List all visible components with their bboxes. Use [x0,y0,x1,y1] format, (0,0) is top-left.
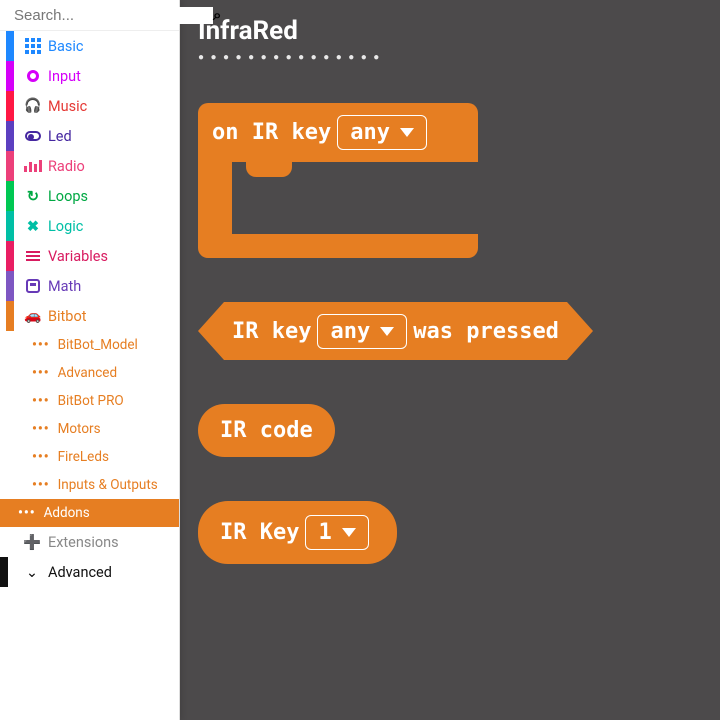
bars-icon [24,160,42,172]
headphones-icon: 🎧 [24,98,42,114]
car-icon: 🚗 [24,308,42,324]
sidebar: ⌕ Basic Input 🎧 Music Led Radio ↻ Loops ✖ Logic Va… [0,0,180,720]
category-input[interactable]: Input [0,61,179,91]
category-music[interactable]: 🎧 Music [0,91,179,121]
category-label: Radio [48,158,179,175]
category-color-bar [6,211,14,241]
hat-dropdown-value: any [350,120,390,145]
subitem-addons[interactable]: ••• Addons [0,499,179,527]
subitem-label: Addons [44,505,90,521]
category-color-bar [6,121,14,151]
category-label: Loops [48,188,179,205]
category-color-bar [6,31,14,61]
ellipsis-icon: ••• [32,393,50,409]
category-color-bar [6,181,14,211]
divider-dots: ● ● ● ● ● ● ● ● ● ● ● ● ● ● ● [198,52,702,63]
category-label: Bitbot [48,308,179,325]
category-basic[interactable]: Basic [0,31,179,61]
category-led[interactable]: Led [0,121,179,151]
category-label: Basic [48,38,179,55]
hat-dropdown[interactable]: any [337,115,427,150]
chevron-down-icon [342,528,356,537]
hat-label: on IR key [212,120,331,145]
toggle-icon [24,131,42,141]
subitem-label: BitBot PRO [58,393,124,409]
pill2-dropdown-value: 1 [318,520,331,545]
bitbot-submenu: •••BitBot_Model•••Advanced•••BitBot PRO•… [0,331,179,527]
subitem-bitbot-pro[interactable]: ••• BitBot PRO [0,387,179,415]
subitem-advanced[interactable]: ••• Advanced [0,359,179,387]
chevron-down-icon [400,128,414,137]
subitem-label: Advanced [58,365,118,381]
category-color-bar [6,151,14,181]
shuffle-icon: ✖ [24,218,42,235]
category-label: Led [48,128,179,145]
subitem-label: Motors [58,421,101,437]
category-label: Variables [48,248,179,265]
plus-icon: ➕ [22,534,42,551]
category-color-bar [6,61,14,91]
category-variables[interactable]: Variables [0,241,179,271]
ellipsis-icon: ••• [32,365,50,381]
advanced-item[interactable]: ⌄ Advanced [0,557,179,587]
subitem-label: Inputs & Outputs [58,477,158,493]
pill2-prefix: IR Key [220,520,299,545]
category-math[interactable]: Math [0,271,179,301]
advanced-label: Advanced [48,564,112,581]
hex-dropdown-value: any [330,319,370,344]
hex-suffix: was pressed [413,319,559,344]
hex-dropdown[interactable]: any [317,314,407,349]
category-color-bar [6,301,14,331]
subitem-inputs-&-outputs[interactable]: ••• Inputs & Outputs [0,471,179,499]
pill2-dropdown[interactable]: 1 [305,515,368,550]
category-radio[interactable]: Radio [0,151,179,181]
subitem-fireleds[interactable]: ••• FireLeds [0,443,179,471]
block-ir-key-value[interactable]: IR Key 1 [198,501,397,564]
ellipsis-icon: ••• [32,421,50,437]
search-row: ⌕ [0,0,179,31]
category-color-bar [6,91,14,121]
ellipsis-icon: ••• [18,505,36,521]
search-input[interactable] [14,7,213,24]
category-loops[interactable]: ↻ Loops [0,181,179,211]
category-logic[interactable]: ✖ Logic [0,211,179,241]
subitem-bitbot_model[interactable]: ••• BitBot_Model [0,331,179,359]
category-color-bar [6,241,14,271]
subitem-label: BitBot_Model [58,337,138,353]
block-ir-key-pressed[interactable]: IR key any was pressed [198,302,702,360]
category-label: Math [48,278,179,295]
list-icon [24,251,42,261]
block-ir-code[interactable]: IR code [198,404,335,457]
ellipsis-icon: ••• [32,337,50,353]
donut-icon [24,70,42,82]
category-label: Logic [48,218,179,235]
subitem-label: FireLeds [58,449,109,465]
category-label: Music [48,98,179,115]
calc-icon [24,279,42,293]
category-list: Basic Input 🎧 Music Led Radio ↻ Loops ✖ Logic Vari… [0,31,179,331]
extensions-item[interactable]: ➕ Extensions [0,527,179,557]
ellipsis-icon: ••• [32,449,50,465]
search-icon[interactable]: ⌕ [213,6,221,24]
canvas-title: InfraRed [198,16,702,46]
category-color-bar [6,271,14,301]
subitem-motors[interactable]: ••• Motors [0,415,179,443]
block-canvas[interactable]: InfraRed ● ● ● ● ● ● ● ● ● ● ● ● ● ● ● o… [180,0,720,720]
chevron-down-icon: ⌄ [22,564,42,581]
block-on-ir-key[interactable]: on IR key any [198,103,478,258]
chevron-down-icon [380,327,394,336]
ellipsis-icon: ••• [32,477,50,493]
loop-icon: ↻ [24,188,42,205]
category-bitbot[interactable]: 🚗 Bitbot [0,301,179,331]
hex-prefix: IR key [232,319,311,344]
hat-body-slot[interactable] [232,162,478,234]
pill1-label: IR code [220,418,313,443]
grid-icon [24,38,42,54]
category-label: Input [48,68,179,85]
extensions-label: Extensions [48,534,119,551]
